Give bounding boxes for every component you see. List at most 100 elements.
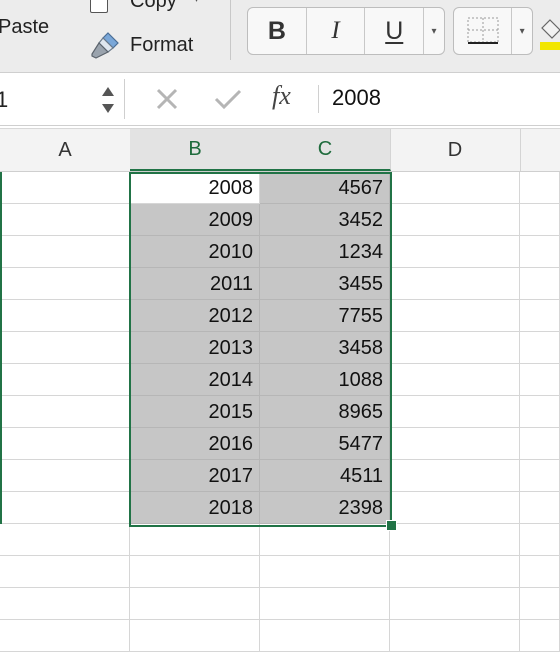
- cell-d-row[interactable]: [390, 204, 520, 236]
- cell-a-row[interactable]: [0, 524, 130, 556]
- column-header-d[interactable]: D: [390, 129, 521, 171]
- cell-a-row[interactable]: [0, 332, 130, 364]
- cell-a-row[interactable]: [0, 268, 130, 300]
- cell-a-row[interactable]: [0, 620, 130, 652]
- cell-b-row[interactable]: [130, 556, 260, 588]
- column-header-a[interactable]: A: [0, 129, 131, 171]
- cell-e-row[interactable]: [520, 428, 560, 460]
- borders-dropdown-icon[interactable]: ▾: [512, 8, 532, 54]
- cell-c-row[interactable]: 4511: [260, 460, 390, 492]
- cell-e-row[interactable]: [520, 556, 560, 588]
- cell-d-row[interactable]: [390, 364, 520, 396]
- cell-c-row[interactable]: 3452: [260, 204, 390, 236]
- cell-a-row[interactable]: [0, 428, 130, 460]
- cell-b-row[interactable]: 2017: [130, 460, 260, 492]
- copy-button[interactable]: Copy: [130, 0, 177, 13]
- cell-b-row[interactable]: 2013: [130, 332, 260, 364]
- cell-d-row[interactable]: [390, 588, 520, 620]
- cell-e-row[interactable]: [520, 460, 560, 492]
- cell-d-row[interactable]: [390, 172, 520, 204]
- format-painter-button[interactable]: Format: [130, 34, 193, 57]
- cell-a-row[interactable]: [0, 364, 130, 396]
- cell-b-row[interactable]: 2018: [130, 492, 260, 524]
- copy-icon[interactable]: [90, 0, 108, 13]
- cell-a-row[interactable]: [0, 492, 130, 524]
- cell-e-row[interactable]: [520, 204, 560, 236]
- cell-d-row[interactable]: [390, 300, 520, 332]
- cell-b-row[interactable]: [130, 620, 260, 652]
- formula-input[interactable]: 2008: [332, 85, 381, 111]
- cell-c-row[interactable]: 1234: [260, 236, 390, 268]
- cell-d-row[interactable]: [390, 236, 520, 268]
- cell-c-row[interactable]: 2398: [260, 492, 390, 524]
- column-header-e[interactable]: [520, 129, 560, 171]
- cell-d-row[interactable]: [390, 428, 520, 460]
- cell-e-row[interactable]: [520, 268, 560, 300]
- cell-c-row[interactable]: [260, 620, 390, 652]
- name-box[interactable]: 1: [0, 79, 125, 119]
- cell-d-row[interactable]: [390, 556, 520, 588]
- cell-e-row[interactable]: [520, 364, 560, 396]
- cell-c-row[interactable]: 1088: [260, 364, 390, 396]
- cell-e-row[interactable]: [520, 300, 560, 332]
- cell-d-row[interactable]: [390, 492, 520, 524]
- cell-b-row[interactable]: [130, 588, 260, 620]
- cell-a-row[interactable]: [0, 236, 130, 268]
- fill-color-icon[interactable]: [540, 14, 560, 50]
- chevron-down-icon[interactable]: ▾: [194, 0, 199, 5]
- cell-d-row[interactable]: [390, 268, 520, 300]
- cell-d-row[interactable]: [390, 620, 520, 652]
- cell-b-row[interactable]: 2012: [130, 300, 260, 332]
- cell-c-row[interactable]: 3458: [260, 332, 390, 364]
- cell-c-row[interactable]: 7755: [260, 300, 390, 332]
- cell-e-row[interactable]: [520, 172, 560, 204]
- cell-b-row[interactable]: 2014: [130, 364, 260, 396]
- paste-button[interactable]: Paste: [0, 16, 49, 39]
- cell-c-row[interactable]: 8965: [260, 396, 390, 428]
- cell-d-row[interactable]: [390, 332, 520, 364]
- name-box-stepper-icon[interactable]: [100, 83, 116, 117]
- underline-dropdown-icon[interactable]: ▾: [424, 8, 444, 54]
- cell-a-row[interactable]: [0, 556, 130, 588]
- cell-a-row[interactable]: [0, 588, 130, 620]
- cell-b-row[interactable]: 2016: [130, 428, 260, 460]
- italic-button[interactable]: I: [307, 8, 366, 54]
- cell-b-row[interactable]: 2009: [130, 204, 260, 236]
- cell-c-row[interactable]: 5477: [260, 428, 390, 460]
- cell-a-row[interactable]: [0, 204, 130, 236]
- cell-e-row[interactable]: [520, 524, 560, 556]
- cell-c-row[interactable]: [260, 556, 390, 588]
- cell-a-row[interactable]: [0, 396, 130, 428]
- cancel-icon[interactable]: [155, 87, 179, 111]
- cell-b-row[interactable]: [130, 524, 260, 556]
- bold-button[interactable]: B: [248, 8, 307, 54]
- underline-button[interactable]: U: [365, 8, 425, 54]
- cell-e-row[interactable]: [520, 492, 560, 524]
- cell-e-row[interactable]: [520, 236, 560, 268]
- cell-c-row[interactable]: 4567: [260, 172, 390, 204]
- format-painter-icon[interactable]: [88, 30, 122, 60]
- insert-function-icon[interactable]: fx: [272, 81, 291, 111]
- cell-c-row[interactable]: [260, 588, 390, 620]
- cell-e-row[interactable]: [520, 332, 560, 364]
- column-header-c[interactable]: C: [260, 129, 391, 171]
- cell-a-row[interactable]: [0, 460, 130, 492]
- cell-e-row[interactable]: [520, 396, 560, 428]
- cell-d-row[interactable]: [390, 396, 520, 428]
- cell-a-row[interactable]: [0, 300, 130, 332]
- cell-b-row[interactable]: 2010: [130, 236, 260, 268]
- borders-button[interactable]: [454, 8, 513, 54]
- cell-e-row[interactable]: [520, 588, 560, 620]
- checkmark-icon[interactable]: [213, 87, 243, 111]
- column-header-b[interactable]: B: [130, 129, 261, 171]
- cell-d-row[interactable]: [390, 460, 520, 492]
- name-box-value[interactable]: 1: [0, 87, 8, 113]
- cell-d-row[interactable]: [390, 524, 520, 556]
- cell-c-row[interactable]: [260, 524, 390, 556]
- fill-handle[interactable]: [386, 520, 397, 531]
- cell-e-row[interactable]: [520, 620, 560, 652]
- cell-b-row[interactable]: 2015: [130, 396, 260, 428]
- cell-b-row[interactable]: 2008: [130, 172, 260, 204]
- cell-b-row[interactable]: 2011: [130, 268, 260, 300]
- cell-c-row[interactable]: 3455: [260, 268, 390, 300]
